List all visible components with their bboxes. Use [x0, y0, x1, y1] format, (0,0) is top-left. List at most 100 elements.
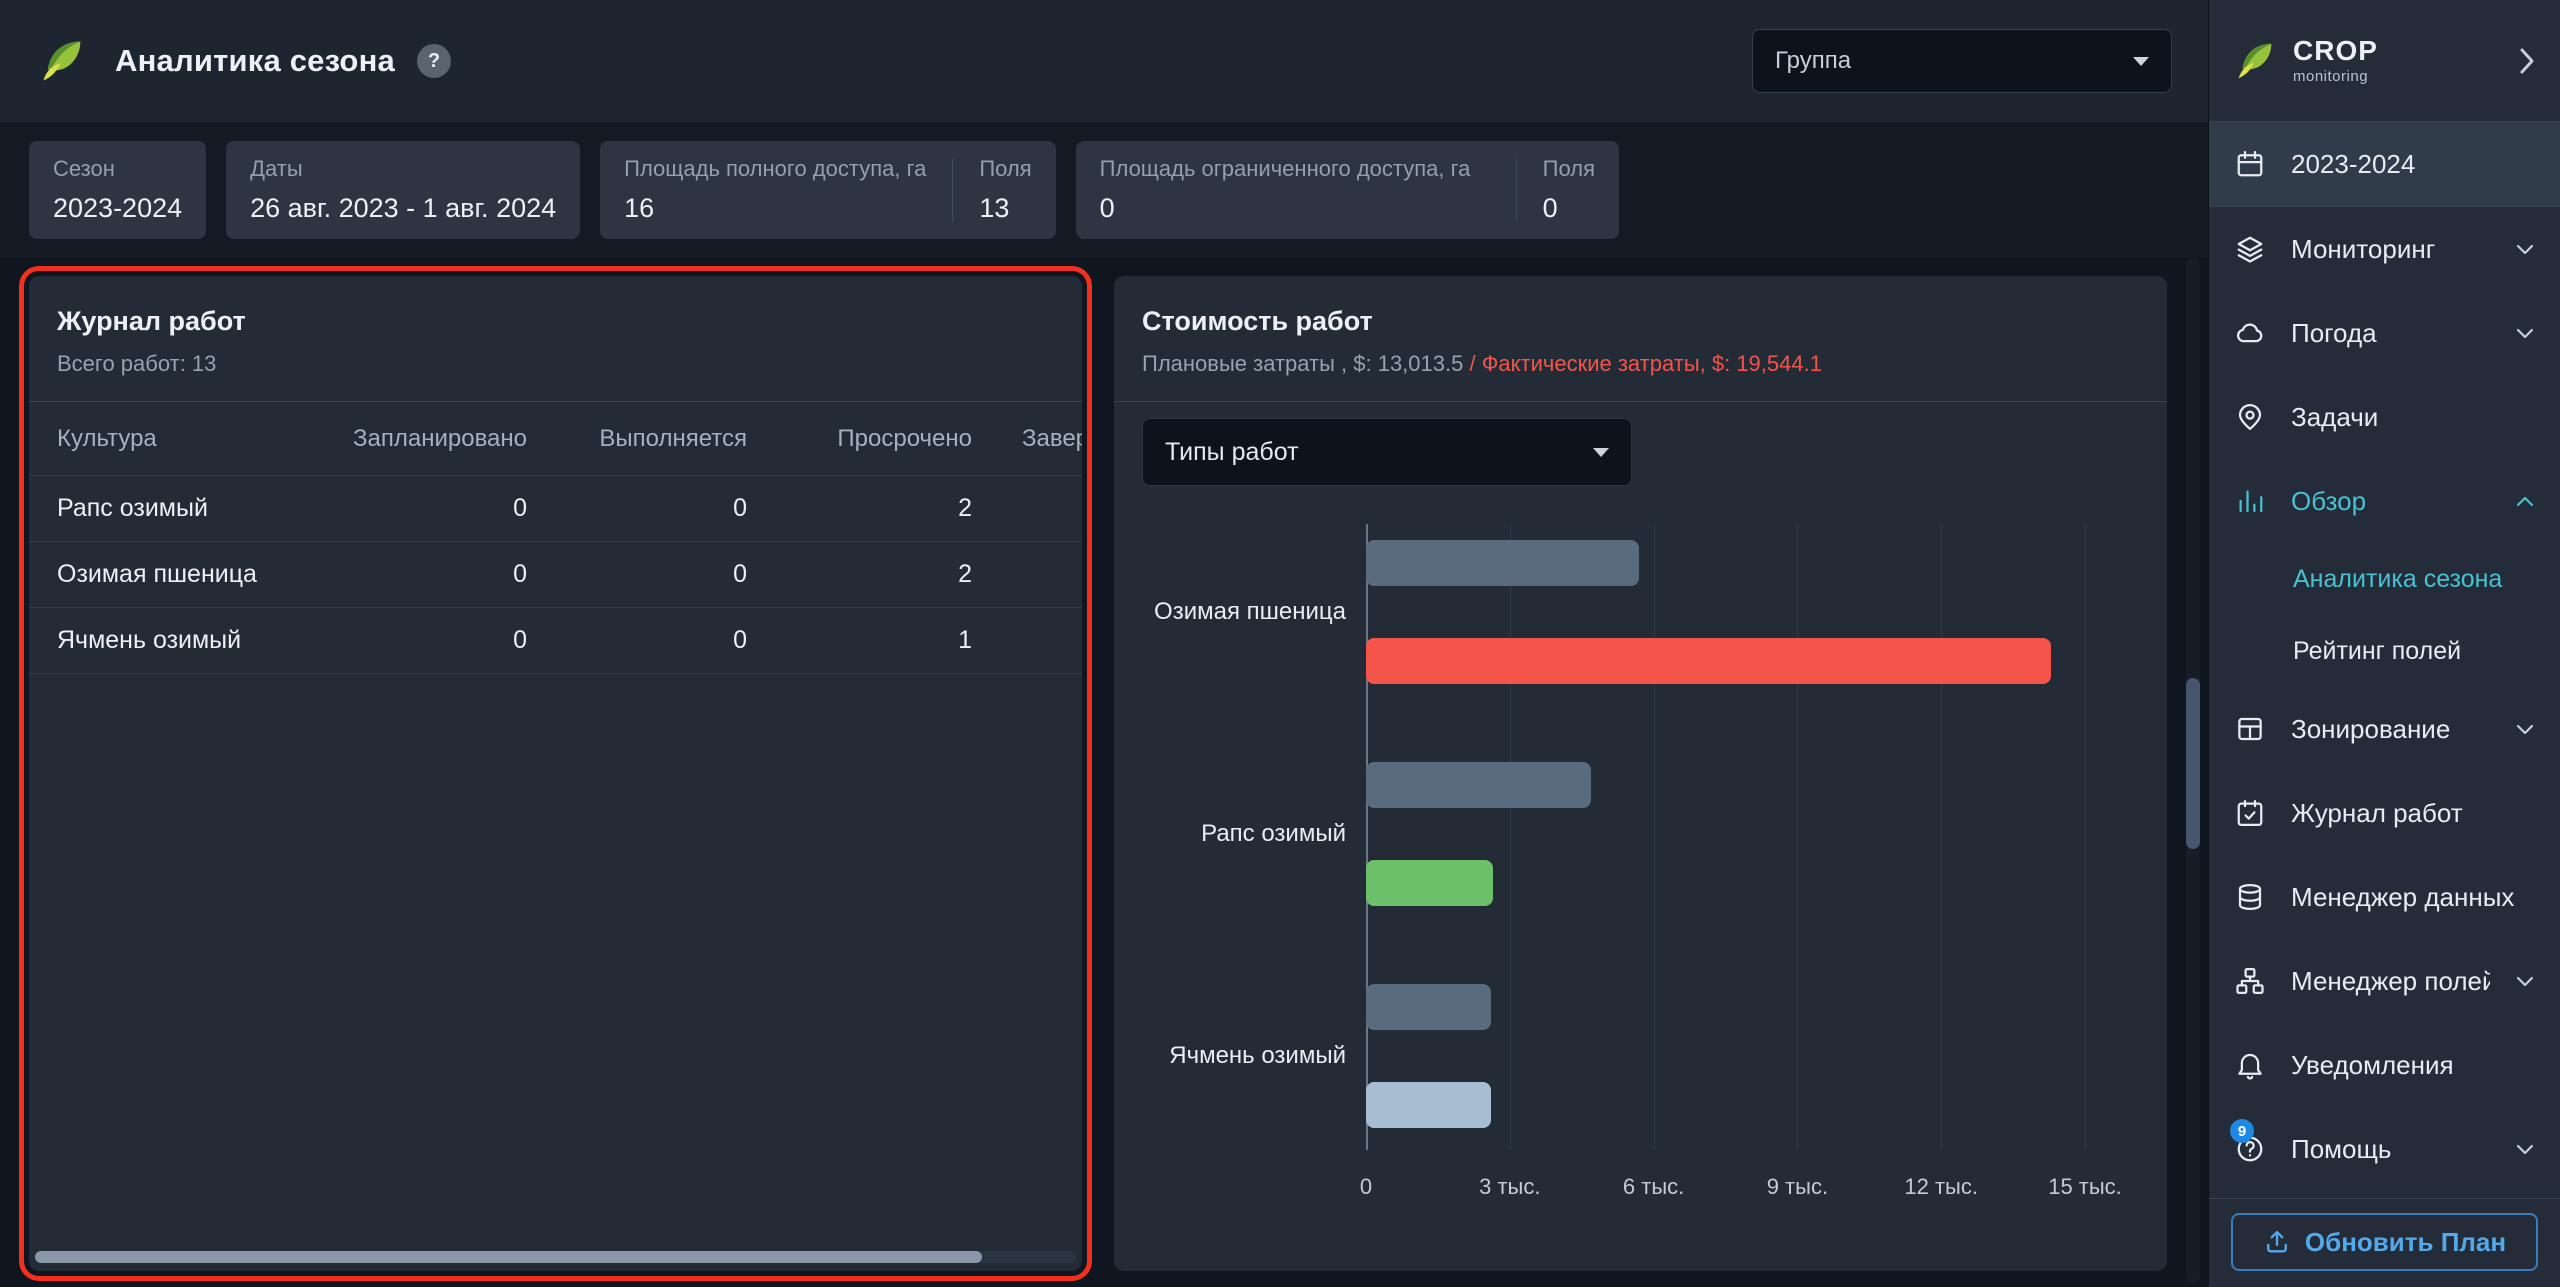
table-cell: 0 — [527, 494, 747, 523]
actual-cost-bar — [1366, 1082, 1491, 1128]
costs-panel-head: Стоимость работ Плановые затраты , $: 13… — [1114, 276, 2167, 402]
chart-group: Озимая пшеница — [1142, 540, 2139, 684]
logo-title: CROP — [2293, 37, 2378, 65]
costs-chart: Озимая пшеницаРапс озимыйЯчмень озимый 0… — [1142, 540, 2139, 1206]
update-plan-button[interactable]: Обновить План — [2231, 1213, 2538, 1271]
main-area: Аналитика сезона ? Группа Сезон 2023-202… — [0, 0, 2208, 1287]
chevron-down-icon — [2516, 328, 2534, 339]
help-icon[interactable]: ? — [417, 44, 451, 78]
full-access-area: Площадь полного доступа, га 16 — [624, 156, 926, 224]
chevron-down-icon — [1593, 448, 1609, 457]
table-row: Озимая пшеница002 — [29, 542, 1082, 608]
table-cell: Озимая пшеница — [57, 560, 302, 589]
x-tick-label: 12 тыс. — [1904, 1174, 1978, 1200]
card-divider — [1516, 158, 1517, 222]
pin-icon — [2235, 402, 2265, 432]
help-icon: 9 — [2235, 1134, 2265, 1164]
sidebar-item-monitoring[interactable]: Мониторинг — [2209, 207, 2560, 291]
sidebar-item-overview[interactable]: Обзор — [2209, 459, 2560, 543]
top-header: Аналитика сезона ? Группа — [0, 0, 2208, 122]
costs-subtitle: Плановые затраты , $: 13,013.5 / Фактиче… — [1142, 351, 2139, 377]
limited-fields-label: Поля — [1543, 156, 1595, 182]
costs-panel-body: Типы работ Озимая пшеница Рапс озимый Ячме… — [1114, 402, 2167, 1206]
layers-icon — [2235, 234, 2265, 264]
full-access-fields: Поля 13 — [979, 156, 1031, 224]
chart-bar-pair — [1366, 540, 2085, 684]
sidebar-item-label: Менеджер полей — [2291, 966, 2490, 997]
sidebar-item-notifications[interactable]: Уведомления — [2209, 1023, 2560, 1107]
update-plan-label: Обновить План — [2305, 1227, 2506, 1258]
page-title: Аналитика сезона — [115, 43, 395, 79]
sidebar-collapse-icon[interactable] — [2518, 46, 2536, 76]
upload-icon — [2263, 1228, 2291, 1256]
full-area-label: Площадь полного доступа, га — [624, 156, 926, 182]
season-card: Сезон 2023-2024 — [29, 141, 206, 239]
sidebar-item-work-log[interactable]: Журнал работ — [2209, 771, 2560, 855]
costs-separator: / — [1463, 351, 1481, 376]
sidebar-item-field-rating[interactable]: Рейтинг полей — [2209, 615, 2560, 687]
sidebar-item-help[interactable]: 9Помощь — [2209, 1107, 2560, 1191]
column-header: Запланировано — [302, 425, 527, 453]
sidebar-item-season[interactable]: 2023-2024 — [2209, 122, 2560, 206]
full-access-card: Площадь полного доступа, га 16 Поля 13 — [600, 141, 1056, 239]
work-log-table: КультураЗапланированоВыполняетсяПросроче… — [29, 402, 1082, 674]
bell-icon — [2235, 1050, 2265, 1080]
chevron-up-icon — [2516, 496, 2534, 507]
logo-subtitle: monitoring — [2293, 68, 2378, 85]
chart-x-axis: 03 тыс.6 тыс.9 тыс.12 тыс.15 тыс. — [1142, 1174, 2139, 1206]
horizontal-scrollbar-thumb[interactable] — [35, 1251, 982, 1263]
costs-panel: Стоимость работ Плановые затраты , $: 13… — [1114, 276, 2167, 1271]
dates-value: 26 авг. 2023 - 1 авг. 2024 — [250, 193, 556, 224]
chevron-down-icon — [2516, 1144, 2534, 1155]
sidebar-item-weather[interactable]: Погода — [2209, 291, 2560, 375]
work-types-select[interactable]: Типы работ — [1142, 418, 1632, 486]
limited-access-fields: Поля 0 — [1543, 156, 1595, 224]
vertical-scrollbar-thumb[interactable] — [2186, 678, 2200, 849]
chevron-down-icon — [2516, 244, 2534, 255]
table-cell: 0 — [302, 494, 527, 523]
dates-label: Даты — [250, 156, 556, 182]
season-value: 2023-2024 — [53, 193, 182, 224]
chart-group: Ячмень озимый — [1142, 984, 2139, 1128]
vertical-scrollbar[interactable] — [2186, 258, 2200, 1283]
limited-access-area: Площадь ограниченного доступа, га 0 — [1100, 156, 1490, 224]
table-cell: 0 — [527, 560, 747, 589]
work-log-panel: Журнал работ Всего работ: 13 КультураЗап… — [29, 276, 1082, 1271]
table-cell: Ячмень озимый — [57, 626, 302, 655]
group-select[interactable]: Группа — [1752, 29, 2172, 93]
full-area-value: 16 — [624, 193, 926, 224]
horizontal-scrollbar[interactable] — [35, 1251, 1076, 1263]
sidebar-item-zoning[interactable]: Зонирование — [2209, 687, 2560, 771]
app-logo-icon — [37, 35, 89, 87]
cloud-icon — [2235, 318, 2265, 348]
update-plan-block: Обновить План — [2209, 1198, 2560, 1287]
sidebar-item-label: Погода — [2291, 318, 2490, 349]
table-cell: 1 — [747, 626, 972, 655]
table-cell: 2 — [747, 494, 972, 523]
calendar-icon — [2235, 149, 2265, 179]
sidebar-item-field-manager[interactable]: Менеджер полей — [2209, 939, 2560, 1023]
bars-icon — [2235, 486, 2265, 516]
work-log-subtitle: Всего работ: 13 — [57, 351, 1054, 377]
full-fields-label: Поля — [979, 156, 1031, 182]
sidebar-item-tasks[interactable]: Задачи — [2209, 375, 2560, 459]
sitemap-icon — [2235, 966, 2265, 996]
sidebar-item-label: 2023-2024 — [2291, 149, 2534, 180]
column-header: Просрочено — [747, 425, 972, 453]
x-tick-label: 9 тыс. — [1767, 1174, 1828, 1200]
actual-cost-bar — [1366, 638, 2051, 684]
chevron-down-icon — [2516, 976, 2534, 987]
table-body: Рапс озимый002Озимая пшеница002Ячмень оз… — [29, 476, 1082, 674]
sidebar-item-data-manager[interactable]: Менеджер данных — [2209, 855, 2560, 939]
table-header-row: КультураЗапланированоВыполняетсяПросроче… — [29, 402, 1082, 476]
sidebar-item-label: Задачи — [2291, 402, 2534, 433]
dates-card: Даты 26 авг. 2023 - 1 авг. 2024 — [226, 141, 580, 239]
chart-category-label: Рапс озимый — [1142, 762, 1366, 906]
chart-group: Рапс озимый — [1142, 762, 2139, 906]
sidebar-item-label: Уведомления — [2291, 1050, 2534, 1081]
work-log-panel-head: Журнал работ Всего работ: 13 — [29, 276, 1082, 402]
sidebar-item-season-analytics[interactable]: Аналитика сезона — [2209, 543, 2560, 615]
chevron-down-icon — [2516, 724, 2534, 735]
table-row: Рапс озимый002 — [29, 476, 1082, 542]
limited-access-card: Площадь ограниченного доступа, га 0 Поля… — [1076, 141, 1619, 239]
